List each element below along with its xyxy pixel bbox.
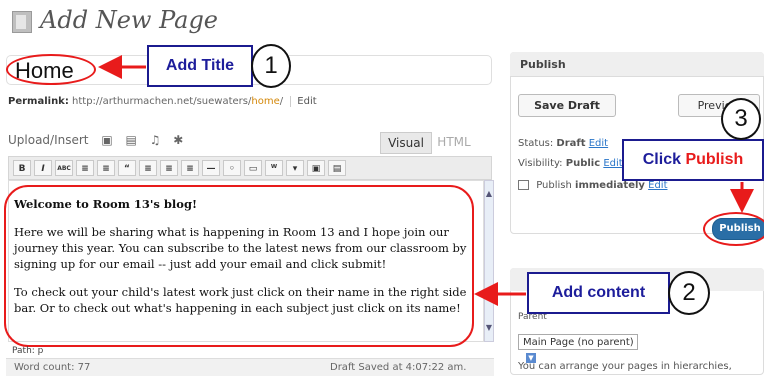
parent-select[interactable]: Main Page (no parent)▼ <box>518 334 638 363</box>
status-edit-link[interactable]: Edit <box>589 138 608 149</box>
parent-help-text: You can arrange your pages in hierarchie… <box>518 361 732 372</box>
step-1-badge: 1 <box>251 44 291 88</box>
add-image-icon[interactable]: ▣ <box>101 133 112 147</box>
click-word: Click <box>642 151 681 168</box>
fullscreen-button[interactable]: ▣ <box>307 160 325 176</box>
publish-word: Publish <box>685 151 744 168</box>
unlink-button[interactable]: ◦ <box>223 160 241 176</box>
scroll-down-icon[interactable]: ▼ <box>484 322 494 334</box>
tab-visual[interactable]: Visual <box>380 132 432 154</box>
editor-toolbar: B I ABC ≡ ≡ “ ≡ ≡ ≡ — ◦ ▭ ᵂ ▾ ▣ ▤ <box>8 156 492 180</box>
permalink-base: http://arthurmachen.net/suewaters/ <box>72 96 252 107</box>
add-audio-icon[interactable]: ♫ <box>150 133 161 147</box>
page-title: Add New Page <box>40 6 219 34</box>
click-publish-callout: Click Publish <box>622 139 764 181</box>
insert-more-button[interactable]: ▭ <box>244 160 262 176</box>
kitchen-sink-button[interactable]: ▤ <box>328 160 346 176</box>
permalink-label: Permalink: <box>8 96 69 107</box>
spellcheck-dropdown[interactable]: ▾ <box>286 160 304 176</box>
bold-button[interactable]: B <box>13 160 31 176</box>
strikethrough-button[interactable]: ABC <box>55 160 73 176</box>
visibility-label: Visibility: <box>518 158 563 169</box>
parent-select-value: Main Page (no parent) <box>523 337 634 348</box>
save-draft-button[interactable]: Save Draft <box>518 94 616 117</box>
editor-path: Path: p <box>12 346 44 356</box>
visibility-edit-link[interactable]: Edit <box>603 158 622 169</box>
bullet-list-button[interactable]: ≡ <box>76 160 94 176</box>
publish-time-row: Publish immediately Edit <box>518 180 668 191</box>
blockquote-button[interactable]: “ <box>118 160 136 176</box>
step-3-badge: 3 <box>721 98 761 140</box>
add-video-icon[interactable]: ▤ <box>126 133 137 147</box>
title-highlight-oval <box>6 54 96 85</box>
permalink-row: Permalink: http://arthurmachen.net/suewa… <box>8 96 323 107</box>
spellcheck-button[interactable]: ᵂ <box>265 160 283 176</box>
draft-saved-status: Draft Saved at 4:07:22 am. <box>330 362 467 373</box>
content-highlight-oval <box>4 185 474 347</box>
publish-panel-title: Publish <box>520 58 566 71</box>
publish-time-label: Publish <box>536 180 572 191</box>
numbered-list-button[interactable]: ≡ <box>97 160 115 176</box>
publish-time-value: immediately <box>575 180 645 191</box>
scroll-up-icon[interactable]: ▲ <box>484 188 494 200</box>
add-media-icon[interactable]: ✱ <box>173 133 183 147</box>
editor-scrollbar[interactable] <box>484 180 494 342</box>
visibility-value: Public <box>565 158 601 169</box>
publish-highlight-oval <box>703 212 764 246</box>
upload-insert-label: Upload/Insert <box>8 133 89 147</box>
permalink-trail: / <box>279 96 284 107</box>
italic-button[interactable]: I <box>34 160 52 176</box>
status-value: Draft <box>556 138 586 149</box>
insert-link-button[interactable]: — <box>202 160 220 176</box>
publish-time-edit-link[interactable]: Edit <box>648 180 667 191</box>
add-content-callout: Add content <box>527 272 670 314</box>
word-count: Word count: 77 <box>14 362 91 373</box>
status-label: Status: <box>518 138 554 149</box>
permalink-edit-button[interactable]: Edit <box>290 96 322 107</box>
step-2-badge: 2 <box>668 271 710 315</box>
permalink-slug[interactable]: home <box>251 96 279 107</box>
align-left-button[interactable]: ≡ <box>139 160 157 176</box>
tab-html[interactable]: HTML <box>432 132 476 152</box>
upload-insert-row: Upload/Insert ▣ ▤ ♫ ✱ <box>8 133 192 147</box>
page-icon <box>12 11 32 33</box>
align-center-button[interactable]: ≡ <box>160 160 178 176</box>
calendar-icon <box>518 180 529 190</box>
add-title-callout: Add Title <box>147 45 253 87</box>
post-status-row: Status: Draft Edit <box>518 138 608 149</box>
visibility-row: Visibility: Public Edit <box>518 158 623 169</box>
align-right-button[interactable]: ≡ <box>181 160 199 176</box>
